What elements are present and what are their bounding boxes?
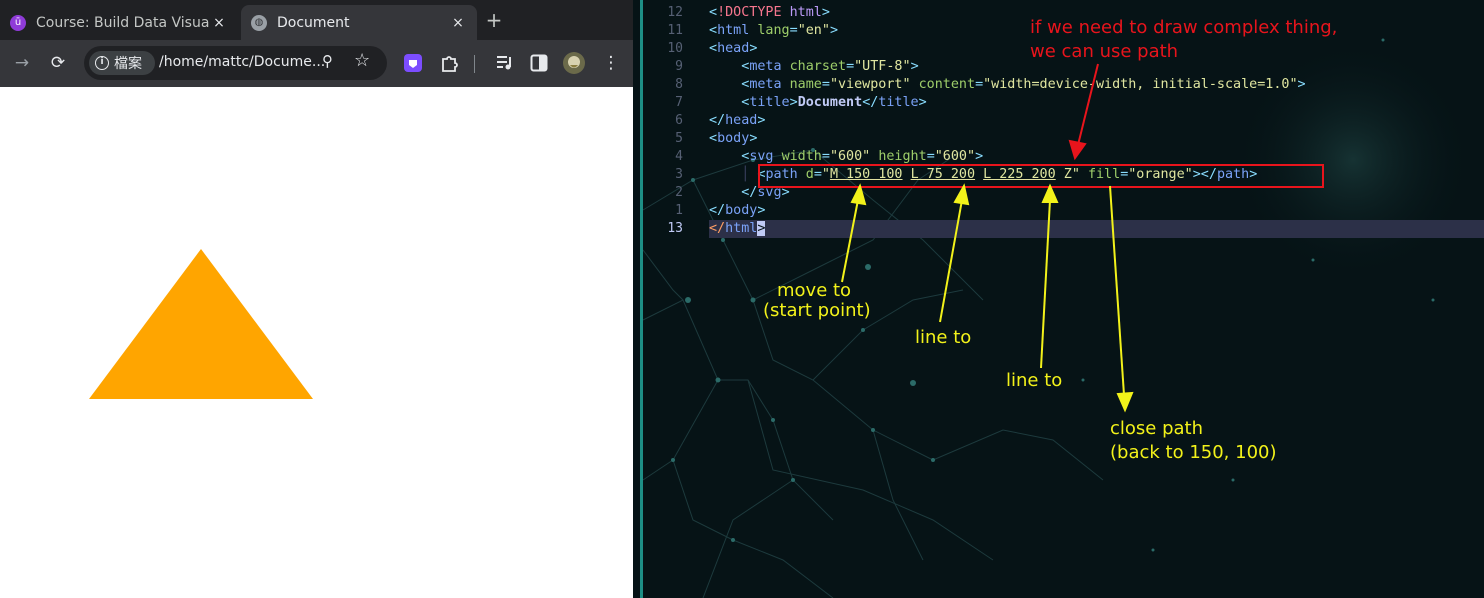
label-line-to-1: line to [915, 327, 972, 348]
code-token: content [918, 77, 976, 92]
code-line-doctype[interactable]: <!DOCTYPE html> [709, 5, 830, 20]
line-number: 2 [675, 185, 683, 200]
code-token: "en" [797, 23, 830, 38]
code-token: width [781, 149, 822, 164]
code-line-head-open[interactable]: <head> [709, 41, 757, 56]
menu-icon[interactable]: ⋮ [600, 52, 622, 74]
reload-icon[interactable]: ⟳ [47, 52, 69, 74]
text-cursor: > [757, 221, 766, 236]
url-text[interactable]: /home/mattc/Docume... [159, 54, 325, 70]
line-number: 8 [675, 77, 683, 92]
line-number: 10 [667, 41, 683, 56]
label-line-to-2: line to [1006, 370, 1063, 391]
code-token: Document [797, 95, 863, 110]
code-token: meta [749, 77, 782, 92]
code-token: lang [757, 23, 790, 38]
code-editor: 12 11 10 9 8 7 6 5 4 3 2 1 13 <!DOCTYPE … [633, 0, 1484, 598]
line-number-current: 13 [667, 221, 683, 236]
udemy-favicon-icon: ū [10, 14, 26, 31]
code-token: html [725, 221, 758, 236]
code-token: "600" [934, 149, 976, 164]
tab-bar: ū Course: Build Data Visua × ◍ Document … [0, 0, 633, 40]
tab-course[interactable]: ū Course: Build Data Visua × [0, 5, 238, 40]
code-token: "viewport" [829, 77, 911, 92]
code-token: body [725, 203, 758, 218]
tab-document[interactable]: ◍ Document × [241, 5, 477, 40]
line-number: 6 [675, 113, 683, 128]
line-number: 5 [675, 131, 683, 146]
toolbar-divider [474, 55, 475, 73]
close-tab-icon[interactable]: × [210, 15, 228, 31]
new-tab-button[interactable]: + [482, 8, 506, 32]
current-line-highlight [709, 220, 1484, 238]
code-token: height [878, 149, 927, 164]
line-number: 9 [675, 59, 683, 74]
line-number: 11 [667, 23, 683, 38]
code-token: body [717, 131, 750, 146]
code-token: title [749, 95, 790, 110]
code-line-html-close[interactable]: </html> [709, 221, 766, 236]
tab-label: Course: Build Data Visua [36, 14, 210, 31]
code-line-body-close[interactable]: </body> [709, 203, 765, 218]
site-chip-label: 檔案 [114, 56, 142, 72]
label-start-point: (start point) [763, 300, 871, 321]
note-complex-path-line1: if we need to draw complex thing, [1030, 17, 1338, 38]
note-complex-path-line2: we can use path [1030, 41, 1179, 62]
forward-icon[interactable]: → [11, 52, 33, 74]
code-token: meta [749, 59, 782, 74]
orange-triangle [89, 249, 313, 399]
code-line-meta-charset[interactable]: <meta charset="UTF-8"> [709, 59, 918, 74]
code-token: "600" [829, 149, 871, 164]
code-token: html [789, 5, 822, 20]
code-token: head [717, 41, 750, 56]
label-back-to-start: (back to 150, 100) [1110, 442, 1277, 463]
zoom-icon[interactable]: ⚲ [322, 52, 333, 70]
line-number: 3 [675, 167, 683, 182]
code-token: html [717, 23, 750, 38]
avatar[interactable] [563, 52, 585, 74]
code-line-head-close[interactable]: </head> [709, 113, 765, 128]
code-line-body-open[interactable]: <body> [709, 131, 757, 146]
extensions-puzzle-icon[interactable] [440, 53, 460, 73]
line-number: 12 [667, 5, 683, 20]
browser-toolbar: → ⟳ i 檔案 /home/mattc/Docume... ⚲ ☆ ⋮ [0, 40, 633, 87]
code-token: !DOCTYPE [717, 5, 782, 20]
code-token: head [725, 113, 758, 128]
line-number: 4 [675, 149, 683, 164]
address-bar[interactable]: i 檔案 /home/mattc/Docume... ⚲ ☆ [84, 46, 387, 80]
tab-label: Document [277, 14, 350, 31]
side-panel-icon[interactable] [530, 54, 548, 72]
line-number: 1 [675, 203, 683, 218]
star-icon[interactable]: ☆ [354, 50, 370, 71]
info-icon: i [95, 56, 109, 70]
code-token: svg [749, 149, 774, 164]
code-token: charset [789, 59, 847, 74]
label-close-path: close path [1110, 418, 1204, 439]
code-line-html-open[interactable]: <html lang="en"> [709, 23, 838, 38]
line-number: 7 [675, 95, 683, 110]
code-line-title[interactable]: <title>Document</title> [709, 95, 926, 110]
browser-window: ū Course: Build Data Visua × ◍ Document … [0, 0, 633, 598]
code-token: "width=device-width, initial-scale=1.0" [983, 77, 1298, 92]
media-control-icon[interactable] [495, 54, 515, 72]
code-token: name [789, 77, 822, 92]
code-token: title [878, 95, 919, 110]
extension-purple-icon[interactable] [404, 54, 422, 72]
close-tab-icon[interactable]: × [449, 15, 467, 31]
code-line-meta-viewport[interactable]: <meta name="viewport" content="width=dev… [709, 77, 1305, 92]
code-line-svg-open[interactable]: <svg width="600" height="600"> [709, 149, 983, 164]
rendered-svg [89, 249, 313, 399]
site-info-chip[interactable]: i 檔案 [89, 51, 155, 75]
code-token: "UTF-8" [854, 59, 911, 74]
globe-favicon-icon: ◍ [251, 14, 267, 31]
page-viewport [0, 87, 633, 598]
path-highlight-box [758, 164, 1324, 188]
